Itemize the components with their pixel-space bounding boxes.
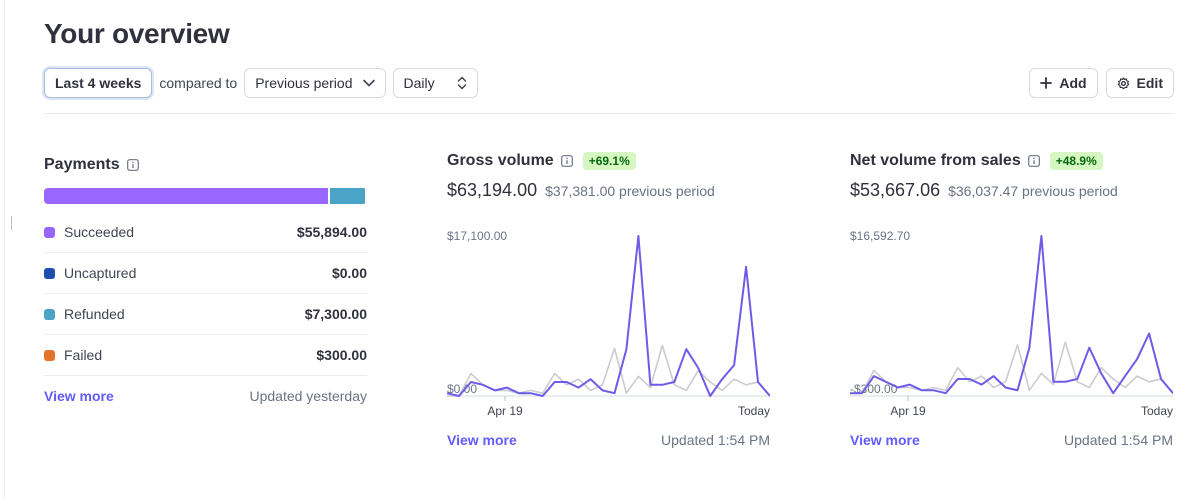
- net-amount: $53,667.06: [850, 180, 941, 200]
- compared-to-text: compared to: [159, 75, 238, 91]
- net-volume-title: Net volume from sales: [850, 152, 1021, 169]
- interval-label: Daily: [403, 75, 435, 91]
- gross-volume-card: Gross volume +69.1% $63,194.00 $37,381.0…: [447, 152, 770, 448]
- legend-amount: $300.00: [316, 347, 367, 363]
- gross-amount: $63,194.00: [447, 180, 538, 200]
- x-axis-start-label: Apr 19: [890, 404, 926, 418]
- legend-label: Succeeded: [64, 224, 135, 240]
- current-period-line: [850, 235, 1173, 395]
- change-badge: +48.9%: [1049, 152, 1103, 170]
- gross-amounts: $63,194.00 $37,381.00 previous period: [447, 180, 770, 201]
- gross-view-more-link[interactable]: View more: [447, 432, 517, 448]
- legend-row-succeeded[interactable]: Succeeded $55,894.00: [44, 212, 367, 253]
- previous-period-line: [850, 341, 1173, 394]
- legend-row-uncaptured[interactable]: Uncaptured $0.00: [44, 253, 367, 294]
- net-previous: $36,037.47 previous period: [948, 183, 1118, 199]
- legend-amount: $55,894.00: [296, 224, 367, 240]
- succeeded-swatch: [44, 226, 55, 238]
- uncaptured-swatch: [44, 267, 55, 279]
- gross-previous: $37,381.00 previous period: [545, 183, 715, 199]
- legend-label: Refunded: [64, 306, 125, 322]
- info-icon[interactable]: [126, 159, 139, 171]
- payments-updated-text: Updated yesterday: [249, 388, 367, 404]
- interval-select[interactable]: Daily: [392, 68, 478, 98]
- payments-footer: View more Updated yesterday: [44, 388, 367, 404]
- payments-legend: Succeeded $55,894.00 Uncaptured $0.00 Re…: [44, 212, 367, 376]
- gross-title-row: Gross volume +69.1%: [447, 152, 770, 170]
- info-icon[interactable]: [1027, 155, 1040, 167]
- bar-segment-succeeded[interactable]: [44, 188, 328, 204]
- chevron-down-icon: [362, 79, 375, 87]
- info-icon[interactable]: [560, 155, 573, 167]
- payments-view-more-link[interactable]: View more: [44, 388, 114, 404]
- net-volume-card: Net volume from sales +48.9% $53,667.06 …: [850, 152, 1173, 448]
- net-volume-chart[interactable]: $16,592.70-$300.00Apr 19 Today: [850, 226, 1173, 426]
- chevron-up-down-icon: [457, 76, 467, 90]
- resize-handle[interactable]: [11, 216, 12, 230]
- page-title: Your overview: [44, 18, 230, 49]
- refunded-swatch: [44, 308, 55, 320]
- legend-amount: $7,300.00: [304, 306, 367, 322]
- gross-updated-text: Updated 1:54 PM: [661, 432, 770, 448]
- failed-swatch: [44, 349, 55, 361]
- payments-title-row: Payments: [44, 156, 367, 174]
- edit-button-label: Edit: [1136, 75, 1163, 91]
- x-axis-end-label: Today: [1141, 404, 1173, 418]
- add-button-label: Add: [1059, 75, 1087, 91]
- header-actions: Add Edit: [1029, 68, 1174, 98]
- x-axis-start-label: Apr 19: [487, 404, 523, 418]
- gross-volume-chart[interactable]: $17,100.00$0.00Apr 19 Today: [447, 226, 770, 426]
- net-updated-text: Updated 1:54 PM: [1064, 432, 1173, 448]
- legend-amount: $0.00: [331, 265, 367, 281]
- net-title-row: Net volume from sales +48.9%: [850, 152, 1173, 170]
- y-axis-max-label: $17,100.00: [447, 229, 507, 243]
- gross-volume-title: Gross volume: [447, 152, 554, 169]
- net-amounts: $53,667.06 $36,037.47 previous period: [850, 180, 1173, 201]
- comparison-select[interactable]: Previous period: [244, 68, 386, 98]
- gear-icon: [1117, 76, 1129, 89]
- legend-label: Uncaptured: [64, 265, 137, 281]
- payments-card: Payments Succeeded $55,894.00 Uncaptured…: [44, 156, 367, 404]
- previous-period-line: [447, 344, 770, 397]
- y-axis-max-label: $16,592.70: [850, 229, 910, 243]
- gross-footer: View more Updated 1:54 PM: [447, 432, 770, 448]
- legend-row-failed[interactable]: Failed $300.00: [44, 335, 367, 376]
- add-button[interactable]: Add: [1029, 68, 1098, 98]
- plus-icon: [1040, 77, 1053, 89]
- left-edge-rule: [4, 0, 5, 498]
- filter-toolbar: Last 4 weeks compared to Previous period…: [44, 68, 478, 98]
- date-range-button[interactable]: Last 4 weeks: [44, 68, 153, 98]
- net-footer: View more Updated 1:54 PM: [850, 432, 1173, 448]
- bar-segment-failed[interactable]: [365, 188, 367, 204]
- header-divider: [44, 113, 1174, 114]
- edit-button[interactable]: Edit: [1105, 68, 1174, 98]
- x-axis-end-label: Today: [738, 404, 770, 418]
- legend-row-refunded[interactable]: Refunded $7,300.00: [44, 294, 367, 335]
- current-period-line: [447, 235, 770, 397]
- payments-title: Payments: [44, 156, 120, 173]
- comparison-label: Previous period: [255, 75, 353, 91]
- change-badge: +69.1%: [582, 152, 636, 170]
- bar-segment-refunded[interactable]: [327, 188, 365, 204]
- payments-breakdown-bar: [44, 188, 367, 204]
- date-range-label: Last 4 weeks: [55, 75, 142, 91]
- legend-label: Failed: [64, 347, 103, 363]
- net-view-more-link[interactable]: View more: [850, 432, 920, 448]
